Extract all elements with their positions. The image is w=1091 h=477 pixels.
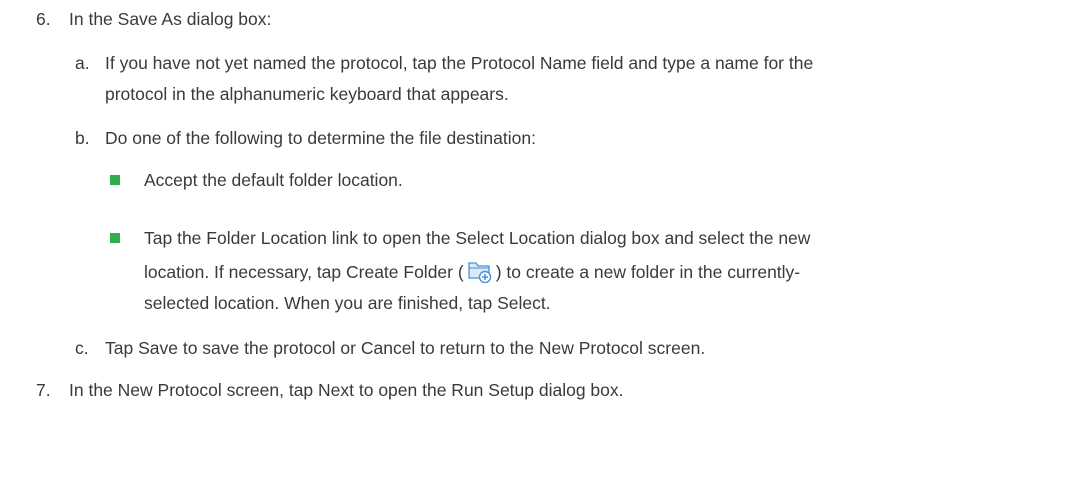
bullet-icon (110, 233, 120, 243)
bullet-text-line-3: selected location. When you are finished… (144, 293, 551, 313)
substep-letter: a. (75, 53, 90, 73)
substep-letter: b. (75, 128, 90, 148)
step-text: In the Save As dialog box: (69, 9, 272, 29)
step-number: 7. (36, 380, 51, 400)
bullet-text-line-2-post: ) to create a new folder in the currentl… (495, 262, 801, 282)
step-text: In the New Protocol screen, tap Next to … (69, 380, 624, 400)
substep-letter: c. (75, 338, 89, 358)
step-number: 6. (36, 9, 51, 29)
create-folder-icon (467, 259, 493, 289)
substep-text-line-1: If you have not yet named the protocol, … (105, 53, 814, 73)
substep-text-line-1: Do one of the following to determine the… (105, 128, 536, 148)
bullet-text-line-2-pre: location. If necessary, tap Create Folde… (144, 262, 464, 282)
substep-text-line-2: protocol in the alphanumeric keyboard th… (105, 84, 509, 104)
substep-text-line-1: Tap Save to save the protocol or Cancel … (105, 338, 706, 358)
bullet-text-line-1: Accept the default folder location. (144, 170, 403, 190)
bullet-text-line-1: Tap the Folder Location link to open the… (144, 228, 811, 248)
bullet-text-line-2: location. If necessary, tap Create Folde… (144, 259, 800, 289)
bullet-icon (110, 175, 120, 185)
